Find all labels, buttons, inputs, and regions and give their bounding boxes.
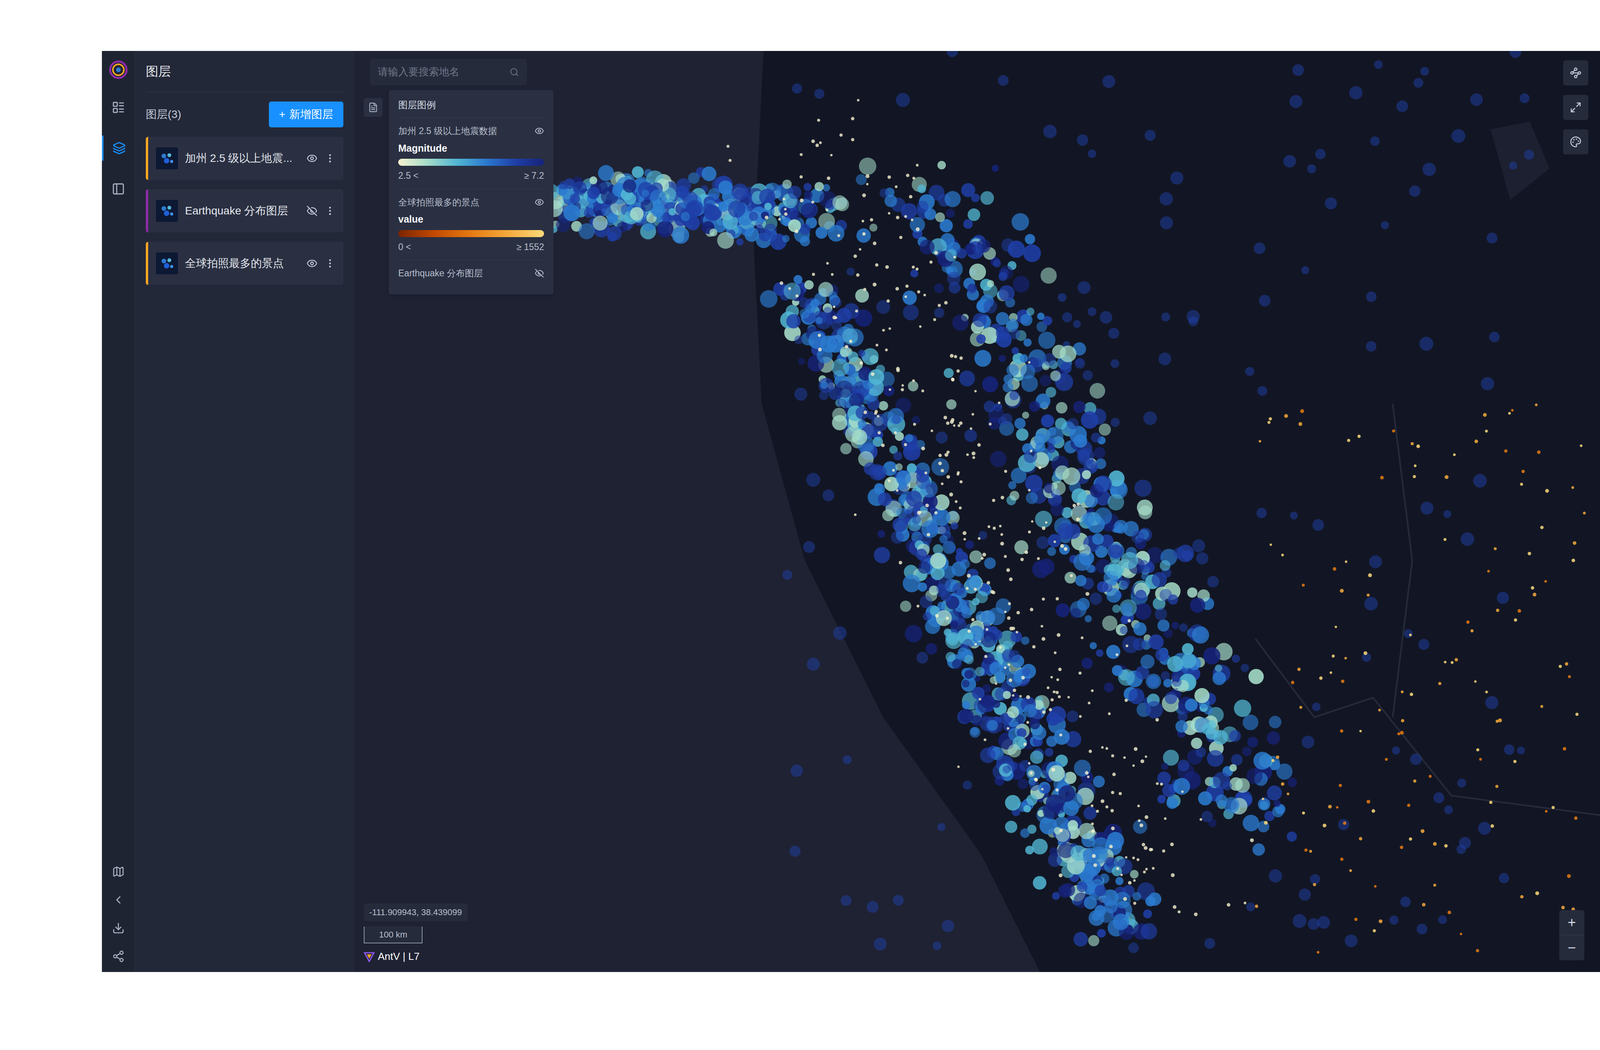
rail-item[interactable] [101, 176, 135, 202]
legend-hidden-icon[interactable] [534, 268, 545, 278]
rail-item-icon [112, 141, 126, 155]
legend-panel: 图层图例加州 2.5 级以上地震数据 Magnitude 2.5 < ≥ 7.2 全球拍… [388, 90, 554, 295]
layers-panel: 图层图层(3) +新增图层加州 2.5 级以上地震... Earthquake 分布… [134, 50, 355, 973]
search-box[interactable]: 请输入要搜索地名 [370, 58, 527, 86]
add-layer-button[interactable]: +新增图层 [268, 101, 344, 128]
more-icon[interactable] [324, 205, 336, 217]
zoom-out-button[interactable]: − [1559, 935, 1585, 961]
legend-max: ≥ 1552 [516, 240, 545, 254]
map-tool-button[interactable] [1563, 94, 1589, 120]
layer-list: 加州 2.5 级以上地震... Earthquake 分布图层全球拍照最多的景点 [145, 136, 344, 285]
antv-logo: AntV | L7 [363, 948, 420, 965]
visible-eye-icon[interactable] [306, 152, 318, 164]
legend-min: 2.5 < [398, 168, 419, 183]
legend-max: ≥ 7.2 [524, 168, 545, 183]
layer-thumbnail-icon [156, 199, 178, 222]
layer-thumbnail-icon [156, 252, 178, 275]
legend-gradient [398, 230, 545, 238]
search-icon [509, 67, 519, 77]
map-tool-icon [1569, 101, 1582, 114]
app-window: 图层图层(3) +新增图层加州 2.5 级以上地震... Earthquake 分布… [101, 50, 1600, 973]
search-placeholder: 请输入要搜索地名 [377, 64, 460, 80]
logo-icon[interactable] [108, 60, 128, 80]
rail-item[interactable] [101, 94, 135, 120]
legend-field: Magnitude [398, 141, 545, 157]
layer-name: Earthquake 分布图层 [185, 202, 300, 220]
layer-name: 全球拍照最多的景点 [185, 255, 300, 272]
map-tool-icon [1569, 136, 1582, 148]
icon-rail [101, 50, 135, 973]
legend-item: 全球拍照最多的景点 value 0 < ≥ 1552 [398, 189, 545, 261]
legend-item: 加州 2.5 级以上地震数据 Magnitude 2.5 < ≥ 7.2 [398, 117, 545, 190]
layer-name: 加州 2.5 级以上地震... [185, 150, 300, 167]
map-icon[interactable] [112, 865, 125, 879]
legend-min: 0 < [398, 240, 412, 254]
map-tool-icon [1569, 67, 1582, 79]
visible-eye-icon[interactable] [306, 257, 318, 269]
legend-layer-name: Earthquake 分布图层 [398, 266, 483, 281]
zoom-control: +− [1559, 910, 1585, 961]
legend-toggle-icon [368, 102, 379, 113]
layer-count: 图层(3) [145, 106, 182, 123]
more-icon[interactable] [324, 257, 336, 269]
collapse-icon[interactable] [112, 893, 125, 907]
rail-item-icon [111, 182, 126, 196]
more-icon[interactable] [324, 152, 336, 164]
zoom-in-button[interactable]: + [1559, 910, 1585, 936]
hidden-eye-icon[interactable] [306, 205, 318, 217]
legend-visible-icon[interactable] [534, 197, 545, 207]
antv-logo-icon [363, 951, 375, 963]
layer-item[interactable]: Earthquake 分布图层 [145, 189, 344, 233]
rail-item-icon [111, 100, 126, 115]
legend-gradient [398, 158, 545, 166]
rail-item[interactable] [101, 135, 135, 161]
scale-bar: 100 km [363, 926, 423, 944]
page: 图层图层(3) +新增图层加州 2.5 级以上地震... Earthquake 分布… [0, 0, 1600, 1050]
map-tool-button[interactable] [1563, 129, 1589, 155]
legend-field: value [398, 212, 545, 227]
layer-item[interactable]: 加州 2.5 级以上地震... [145, 136, 344, 180]
legend-title: 图层图例 [398, 97, 545, 118]
panel-title: 图层 [145, 50, 344, 93]
share-icon[interactable] [112, 950, 125, 963]
map-area: 请输入要搜索地名图层图例加州 2.5 级以上地震数据 Magnitude 2.5 <… [354, 50, 1600, 973]
layer-item[interactable]: 全球拍照最多的景点 [145, 241, 344, 285]
coordinates: -111.909943, 38.439099 [363, 903, 468, 922]
legend-toggle[interactable] [363, 97, 383, 117]
legend-layer-name: 全球拍照最多的景点 [398, 195, 480, 210]
legend-visible-icon[interactable] [534, 126, 545, 136]
download-icon[interactable] [112, 921, 125, 935]
layer-thumbnail-icon [156, 147, 178, 170]
legend-item: Earthquake 分布图层 [398, 260, 545, 287]
legend-layer-name: 加州 2.5 级以上地震数据 [398, 124, 498, 138]
map-tool-button[interactable] [1563, 60, 1589, 86]
